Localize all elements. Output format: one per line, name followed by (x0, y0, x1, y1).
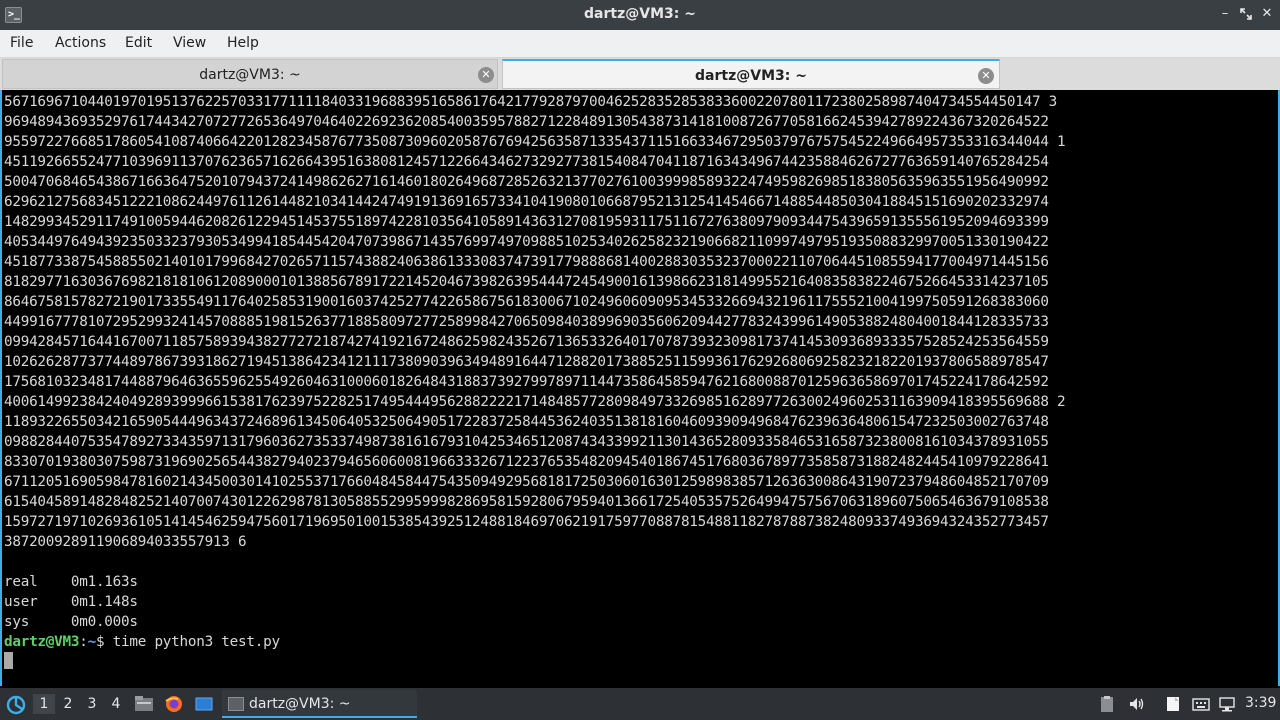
output-line: 5004706846543867166364752010794372414986… (4, 174, 1049, 190)
output-line: 0994284571644167007118575893943827727218… (4, 334, 1049, 350)
clipboard-icon[interactable] (1098, 695, 1116, 713)
menu-view[interactable]: View (173, 35, 206, 51)
output-line: 1482993452911749100594462082612294514537… (4, 214, 1049, 230)
notes-icon[interactable] (1164, 695, 1182, 713)
output-line: 8182977163036769821818106120890001013885… (4, 274, 1049, 290)
menu-bar: File Actions Edit View Help (0, 30, 1280, 58)
tab-label: dartz@VM3: ~ (199, 67, 301, 83)
output-line: 1026262877377448978673931862719451386423… (4, 354, 1049, 370)
keyboard-icon[interactable] (1192, 695, 1210, 713)
workspace-4[interactable]: 4 (105, 694, 127, 714)
tab-close-icon[interactable]: ✕ (478, 67, 494, 83)
output-line: 387200928911906894033557913 6 (4, 534, 247, 550)
tab-bar: dartz@VM3: ~ ✕ dartz@VM3: ~ ✕ (0, 58, 1280, 90)
command-text: time python3 test.py (112, 634, 280, 650)
tab-close-icon[interactable]: ✕ (978, 68, 994, 84)
output-line: 4518773387545885502140101799684270265711… (4, 254, 1049, 270)
prompt-user: dartz@VM3 (4, 634, 80, 650)
terminal-icon (228, 697, 244, 711)
output-line: 9694894369352976174434270727726536497046… (4, 114, 1049, 130)
window-title: dartz@VM3: ~ (584, 6, 696, 22)
terminal-output[interactable]: 5671696710440197019513762257033177111184… (0, 90, 1280, 686)
output-line: 6296212756834512221086244976112614482103… (4, 194, 1049, 210)
output-line: 1756810323481744887964636559625549260463… (4, 374, 1049, 390)
workspace-3[interactable]: 3 (81, 694, 103, 714)
volume-icon[interactable] (1128, 695, 1146, 713)
workspace-1[interactable]: 1 (33, 694, 55, 714)
tab-terminal-1[interactable]: dartz@VM3: ~ ✕ (2, 59, 498, 89)
timing-sys: sys 0m0.000s (4, 614, 138, 630)
output-line: 6711205169059847816021434500301410255371… (4, 474, 1049, 490)
terminal-cursor (4, 652, 13, 669)
menu-edit[interactable]: Edit (125, 35, 152, 51)
output-line: 1597271971026936105141454625947560171969… (4, 514, 1049, 530)
firefox-icon[interactable] (164, 695, 184, 713)
menu-help[interactable]: Help (227, 35, 259, 51)
close-window-icon[interactable]: ✕ (1258, 5, 1276, 23)
output-line: 6154045891482848252140700743012262987813… (4, 494, 1049, 510)
output-line: 1189322655034216590544496343724689613450… (4, 414, 1049, 430)
output-line: 0988284407535478927334359713179603627353… (4, 434, 1049, 450)
window-titlebar[interactable]: >_ dartz@VM3: ~ – ✕ (0, 0, 1280, 30)
output-line: 9559722766851786054108740664220128234587… (4, 134, 1066, 150)
timing-real: real 0m1.163s (4, 574, 138, 590)
tab-label: dartz@VM3: ~ (695, 68, 807, 84)
output-line: 4053449764943923503323793053499418544542… (4, 234, 1049, 250)
start-menu-icon[interactable] (6, 695, 26, 715)
output-line: 4511926655247710396911370762365716266439… (4, 154, 1049, 170)
clock: 3:39 (1245, 695, 1277, 711)
prompt-line: dartz@VM3:~$ time python3 test.py (4, 634, 280, 650)
timing-user: user 0m1.148s (4, 594, 138, 610)
menu-file[interactable]: File (10, 35, 33, 51)
taskbar-item-label: dartz@VM3: ~ (249, 696, 351, 712)
taskbar: 1 2 3 4 dartz@VM3: ~ 3:39 (0, 688, 1280, 720)
output-line: 8646758157827219017335549117640258531900… (4, 294, 1049, 310)
workspace-2[interactable]: 2 (57, 694, 79, 714)
menu-actions[interactable]: Actions (55, 35, 106, 51)
prompt-path: ~ (87, 634, 97, 650)
output-line: 4499167778107295299324145708885198152637… (4, 314, 1049, 330)
window-switcher-icon[interactable] (194, 695, 214, 713)
output-line: 4006149923842404928939996615381762397522… (4, 394, 1066, 410)
tab-terminal-2[interactable]: dartz@VM3: ~ ✕ (502, 59, 1000, 89)
minimize-icon[interactable]: – (1216, 5, 1234, 23)
taskbar-item-terminal[interactable]: dartz@VM3: ~ (222, 690, 417, 718)
maximize-icon[interactable] (1237, 5, 1255, 23)
file-manager-icon[interactable] (134, 695, 154, 713)
output-line: 5671696710440197019513762257033177111184… (4, 94, 1058, 110)
network-icon[interactable] (1218, 695, 1236, 713)
output-line: 8330701938030759873196902565443827940237… (4, 454, 1049, 470)
scrollbar[interactable] (1263, 90, 1275, 686)
